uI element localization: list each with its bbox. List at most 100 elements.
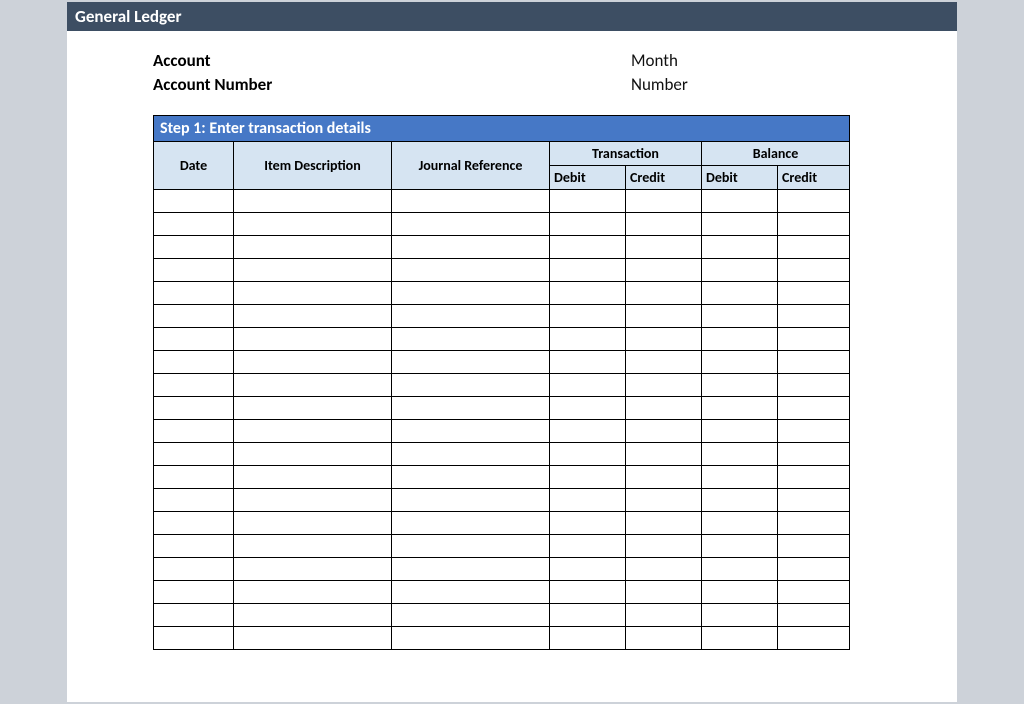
cell-date[interactable] <box>154 396 234 419</box>
cell-desc[interactable] <box>234 603 392 626</box>
cell-tdeb[interactable] <box>550 557 626 580</box>
cell-bcred[interactable] <box>778 534 850 557</box>
cell-bdeb[interactable] <box>702 442 778 465</box>
cell-ref[interactable] <box>392 626 550 649</box>
cell-desc[interactable] <box>234 304 392 327</box>
cell-date[interactable] <box>154 327 234 350</box>
cell-date[interactable] <box>154 235 234 258</box>
cell-ref[interactable] <box>392 373 550 396</box>
cell-desc[interactable] <box>234 396 392 419</box>
cell-bdeb[interactable] <box>702 373 778 396</box>
cell-bdeb[interactable] <box>702 189 778 212</box>
cell-ref[interactable] <box>392 350 550 373</box>
cell-bcred[interactable] <box>778 304 850 327</box>
cell-tcred[interactable] <box>626 603 702 626</box>
cell-bdeb[interactable] <box>702 511 778 534</box>
cell-desc[interactable] <box>234 373 392 396</box>
cell-bcred[interactable] <box>778 281 850 304</box>
cell-desc[interactable] <box>234 258 392 281</box>
cell-bdeb[interactable] <box>702 488 778 511</box>
cell-ref[interactable] <box>392 419 550 442</box>
cell-tdeb[interactable] <box>550 258 626 281</box>
cell-tcred[interactable] <box>626 626 702 649</box>
cell-desc[interactable] <box>234 212 392 235</box>
cell-bcred[interactable] <box>778 557 850 580</box>
cell-tcred[interactable] <box>626 350 702 373</box>
cell-bdeb[interactable] <box>702 419 778 442</box>
cell-bdeb[interactable] <box>702 580 778 603</box>
cell-ref[interactable] <box>392 281 550 304</box>
cell-date[interactable] <box>154 258 234 281</box>
cell-desc[interactable] <box>234 350 392 373</box>
cell-ref[interactable] <box>392 189 550 212</box>
cell-bdeb[interactable] <box>702 304 778 327</box>
cell-ref[interactable] <box>392 511 550 534</box>
cell-ref[interactable] <box>392 603 550 626</box>
cell-tdeb[interactable] <box>550 350 626 373</box>
cell-bcred[interactable] <box>778 235 850 258</box>
cell-tcred[interactable] <box>626 396 702 419</box>
cell-desc[interactable] <box>234 442 392 465</box>
cell-bcred[interactable] <box>778 396 850 419</box>
cell-date[interactable] <box>154 419 234 442</box>
cell-bcred[interactable] <box>778 603 850 626</box>
cell-tdeb[interactable] <box>550 327 626 350</box>
cell-tdeb[interactable] <box>550 281 626 304</box>
cell-ref[interactable] <box>392 442 550 465</box>
cell-desc[interactable] <box>234 235 392 258</box>
cell-bdeb[interactable] <box>702 534 778 557</box>
cell-date[interactable] <box>154 442 234 465</box>
cell-tdeb[interactable] <box>550 603 626 626</box>
cell-date[interactable] <box>154 212 234 235</box>
cell-tcred[interactable] <box>626 511 702 534</box>
cell-ref[interactable] <box>392 235 550 258</box>
cell-tcred[interactable] <box>626 488 702 511</box>
cell-desc[interactable] <box>234 626 392 649</box>
cell-date[interactable] <box>154 626 234 649</box>
cell-tdeb[interactable] <box>550 212 626 235</box>
cell-date[interactable] <box>154 304 234 327</box>
cell-date[interactable] <box>154 534 234 557</box>
cell-tdeb[interactable] <box>550 304 626 327</box>
cell-tdeb[interactable] <box>550 488 626 511</box>
cell-desc[interactable] <box>234 534 392 557</box>
cell-desc[interactable] <box>234 189 392 212</box>
cell-desc[interactable] <box>234 281 392 304</box>
cell-date[interactable] <box>154 511 234 534</box>
cell-ref[interactable] <box>392 580 550 603</box>
cell-tcred[interactable] <box>626 327 702 350</box>
cell-bdeb[interactable] <box>702 465 778 488</box>
cell-tdeb[interactable] <box>550 396 626 419</box>
cell-tcred[interactable] <box>626 419 702 442</box>
cell-date[interactable] <box>154 580 234 603</box>
cell-bdeb[interactable] <box>702 603 778 626</box>
cell-tcred[interactable] <box>626 304 702 327</box>
cell-tcred[interactable] <box>626 235 702 258</box>
cell-bdeb[interactable] <box>702 557 778 580</box>
cell-tdeb[interactable] <box>550 465 626 488</box>
cell-bdeb[interactable] <box>702 626 778 649</box>
cell-ref[interactable] <box>392 557 550 580</box>
cell-bcred[interactable] <box>778 419 850 442</box>
cell-ref[interactable] <box>392 465 550 488</box>
cell-tdeb[interactable] <box>550 442 626 465</box>
cell-bdeb[interactable] <box>702 396 778 419</box>
cell-tcred[interactable] <box>626 373 702 396</box>
cell-bcred[interactable] <box>778 626 850 649</box>
cell-bdeb[interactable] <box>702 235 778 258</box>
cell-ref[interactable] <box>392 258 550 281</box>
cell-desc[interactable] <box>234 580 392 603</box>
cell-bdeb[interactable] <box>702 212 778 235</box>
cell-date[interactable] <box>154 557 234 580</box>
cell-ref[interactable] <box>392 304 550 327</box>
cell-date[interactable] <box>154 350 234 373</box>
cell-tcred[interactable] <box>626 281 702 304</box>
cell-bcred[interactable] <box>778 373 850 396</box>
cell-desc[interactable] <box>234 327 392 350</box>
cell-tdeb[interactable] <box>550 419 626 442</box>
cell-desc[interactable] <box>234 419 392 442</box>
cell-tdeb[interactable] <box>550 189 626 212</box>
cell-date[interactable] <box>154 189 234 212</box>
cell-tdeb[interactable] <box>550 235 626 258</box>
cell-desc[interactable] <box>234 557 392 580</box>
